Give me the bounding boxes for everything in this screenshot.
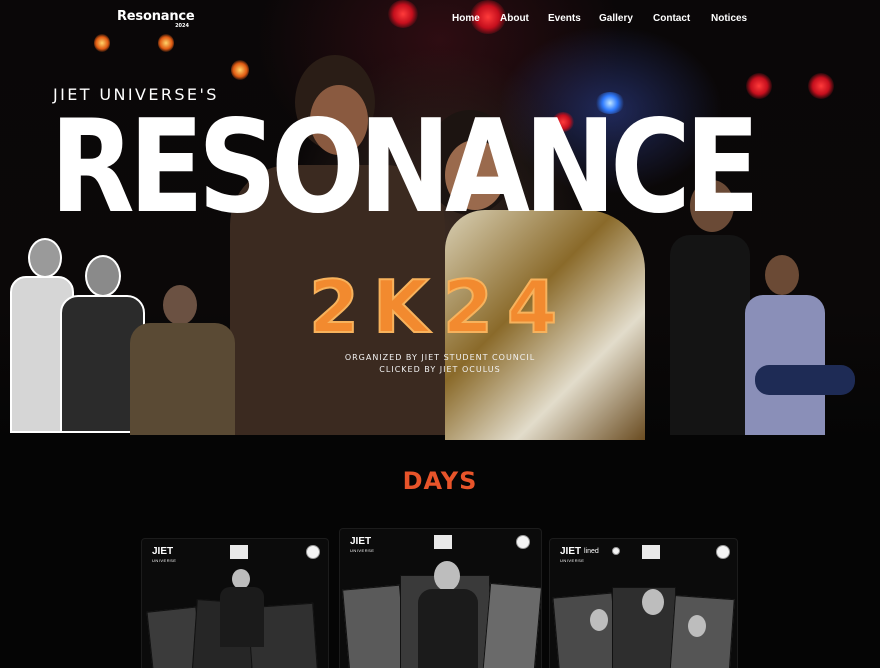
- card-brand: JIET UNIVERSE: [560, 547, 584, 565]
- logo-year: 2024: [175, 23, 189, 29]
- sponsor-logo: lined: [584, 548, 599, 555]
- stage-light: [388, 0, 418, 28]
- performer-photo: [590, 609, 608, 631]
- hero-credits: ORGANIZED BY JIET STUDENT COUNCIL CLICKE…: [330, 352, 550, 376]
- hero-title: RESONANCE: [50, 98, 830, 268]
- festival-badge-icon: [434, 535, 452, 549]
- logo-wordmark: Resonance: [117, 9, 195, 24]
- performer-photo: [688, 615, 706, 637]
- card-brand: JIET UNIVERSE: [350, 537, 374, 555]
- festival-badge-icon: [230, 545, 248, 559]
- guitarist-photo: [735, 255, 855, 435]
- days-heading: DAYS: [402, 467, 478, 495]
- seal-icon: [516, 535, 530, 549]
- performer-photo: [434, 561, 460, 591]
- stage-light: [808, 73, 834, 99]
- card-brand-sub: UNIVERSE: [560, 558, 585, 563]
- main-nav: Home About Events Gallery Contact Notice…: [452, 13, 755, 24]
- stage-light: [158, 34, 174, 52]
- photo-panel: [342, 584, 408, 668]
- nav-about[interactable]: About: [500, 13, 548, 24]
- hero-title-text: RESONANCE: [50, 93, 760, 242]
- nav-contact[interactable]: Contact: [653, 13, 711, 24]
- performer-photo: [232, 569, 250, 589]
- nav-gallery[interactable]: Gallery: [599, 13, 653, 24]
- card-brand-sub: UNIVERSE: [350, 548, 375, 553]
- seal-icon: [716, 545, 730, 559]
- day-card[interactable]: JIET UNIVERSE: [339, 528, 542, 668]
- guest-photo: [125, 285, 240, 435]
- festival-badge-icon: [642, 545, 660, 559]
- stage-light: [94, 34, 110, 52]
- organizer-credit: ORGANIZED BY JIET STUDENT COUNCIL: [344, 353, 536, 362]
- site-logo[interactable]: Resonance 2024: [117, 9, 195, 31]
- hero-banner: Resonance 2024 Home About Events Gallery…: [0, 0, 880, 440]
- performer-photo: [220, 587, 264, 647]
- performer-photo: [642, 589, 664, 615]
- seal-icon: [306, 545, 320, 559]
- day-card[interactable]: JIET UNIVERSE lined: [549, 538, 738, 668]
- hero-year: 2K24: [308, 265, 572, 349]
- card-brand: JIET UNIVERSE: [152, 547, 176, 565]
- nav-notices[interactable]: Notices: [711, 13, 755, 24]
- nav-events[interactable]: Events: [548, 13, 599, 24]
- performer-photo: [418, 589, 478, 668]
- photo-panel: [552, 592, 620, 668]
- nav-home[interactable]: Home: [452, 13, 500, 24]
- photo-panel: [482, 582, 541, 668]
- photo-credit: CLICKED BY JIET OCULUS: [379, 365, 501, 374]
- card-brand-sub: UNIVERSE: [152, 558, 177, 563]
- day-card[interactable]: JIET UNIVERSE: [141, 538, 329, 668]
- seal-icon: [612, 547, 620, 555]
